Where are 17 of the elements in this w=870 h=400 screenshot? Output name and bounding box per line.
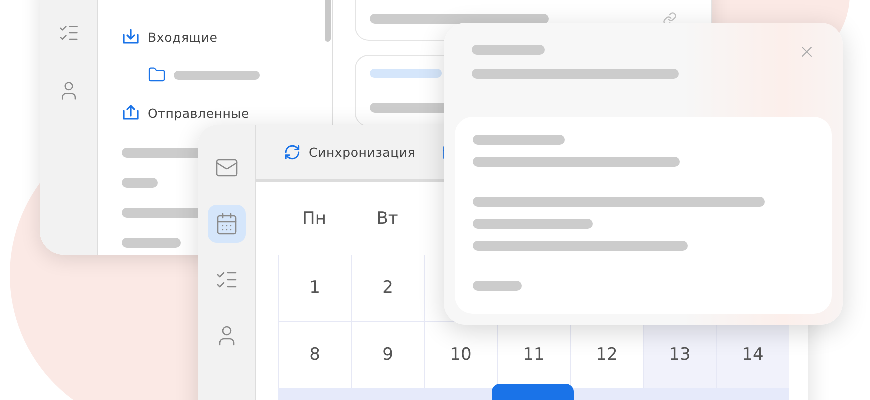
folder-item[interactable]: Входящие	[122, 25, 218, 49]
calendar-icon[interactable]	[208, 205, 246, 243]
text-placeholder	[473, 281, 522, 291]
day-cell[interactable]: 9	[351, 321, 424, 388]
text-placeholder	[370, 68, 442, 78]
sync-button[interactable]: Синхронизация	[284, 144, 416, 160]
text-placeholder	[122, 178, 158, 188]
folder-item[interactable]: Отправленные	[122, 101, 250, 125]
text-placeholder	[122, 238, 181, 248]
upload-icon	[122, 104, 140, 122]
folder-icon	[148, 66, 166, 84]
download-icon	[122, 28, 140, 46]
weekday-label: Пн	[302, 208, 328, 230]
link-icon	[663, 12, 677, 26]
weekday-label: Вт	[376, 208, 400, 230]
day-cell[interactable]: 8	[278, 321, 351, 388]
sync-icon	[284, 144, 301, 160]
